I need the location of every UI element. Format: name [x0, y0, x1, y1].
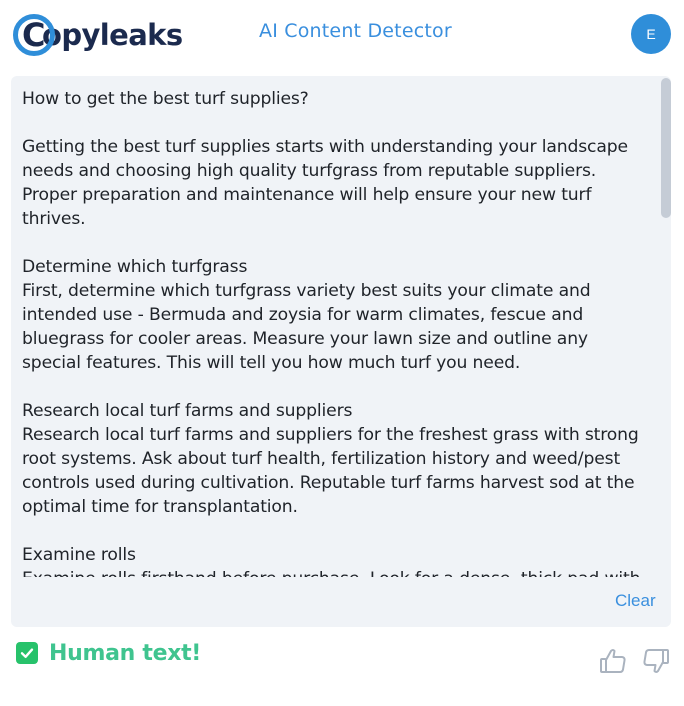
logo-mark: C — [12, 13, 56, 57]
paragraph: How to get the best turf supplies? — [22, 89, 309, 109]
scroll-thumb[interactable] — [661, 78, 671, 218]
result-label: Human text! — [49, 640, 202, 666]
app-title: AI Content Detector — [259, 20, 452, 42]
paragraph: Determine which turfgrass First, determi… — [22, 257, 591, 373]
thumbs-down-icon[interactable] — [641, 646, 671, 676]
document-text-area[interactable]: How to get the best turf supplies? Getti… — [11, 76, 671, 577]
logo-wordmark: opyleaks — [42, 18, 183, 52]
paragraph: Getting the best turf supplies starts wi… — [22, 137, 634, 229]
check-icon — [16, 642, 38, 664]
user-avatar[interactable]: E — [631, 14, 671, 54]
paragraph: Research local turf farms and suppliers … — [22, 401, 639, 517]
app-header: C opyleaks AI Content Detector E — [0, 0, 684, 70]
vertical-scrollbar[interactable] — [661, 78, 671, 575]
paragraph: Examine rolls Examine rolls firsthand be… — [22, 545, 640, 577]
copyleaks-logo[interactable]: C opyleaks — [12, 12, 183, 58]
thumbs-up-icon[interactable] — [598, 646, 628, 676]
text-input-panel: How to get the best turf supplies? Getti… — [11, 76, 671, 627]
detection-result: Human text! — [16, 640, 201, 666]
logo-mark-letter: C — [22, 16, 46, 54]
clear-button[interactable]: Clear — [615, 591, 656, 611]
